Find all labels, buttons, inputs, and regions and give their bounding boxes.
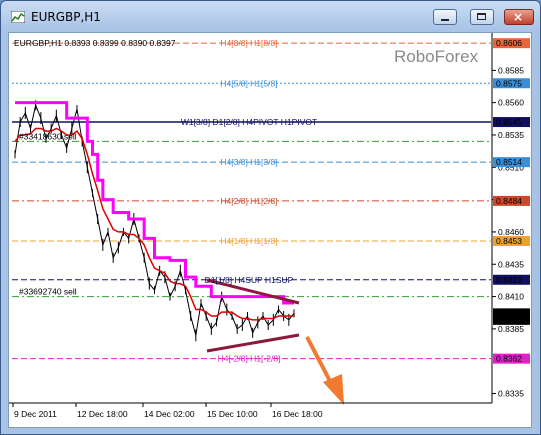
x-tick-label: 15 Dec 10:00 [207,409,258,419]
y-tick-label: 0.8335 [498,389,524,399]
price-tag-label: 0.8484 [496,196,522,206]
watermark: RoboForex [394,47,479,66]
chart-icon [11,11,25,23]
x-tick-label: 14 Dec 02:00 [144,409,195,419]
level-label-6: D1[1/8] H4SUP H1SUP [205,275,294,285]
level-label-1: H4[5/8] H1[5/8] [220,78,277,88]
y-tick-label: 0.8435 [498,259,524,269]
y-tick-label: 0.8385 [498,324,524,334]
price-chart[interactable]: H4[8/8] H1[8/8] H4[5/8] H1[5/8] W1[3/8] D1… [9,33,531,427]
minimize-icon [441,19,449,21]
price-tag-label: 0.8514 [496,157,522,167]
order-label-0: #33418630 sell [19,131,77,141]
restore-button[interactable] [470,9,494,25]
price-tag-label: 0.8453 [496,236,522,246]
close-button[interactable]: × [504,9,534,25]
level-label-3: H4[3/8] H1[3/8] [220,157,277,167]
price-tag-label: 0.8362 [496,354,522,364]
level-label-0: H4[8/8] H1[8/8] [220,38,277,48]
title-bar[interactable]: EURGBP,H1 × [1,1,540,31]
x-tick-label: 16 Dec 18:00 [272,409,323,419]
price-tag-label: 0.8606 [496,38,522,48]
order-label-1: #33692740 sell [19,287,77,297]
chart-window: EURGBP,H1 × H4[8/8] H1[8/8] H4[5/8] H1[5/… [0,0,541,435]
x-tick-label: 9 Dec 2011 [14,409,57,419]
forecast-arrow-shaft [305,336,333,384]
level-label-4: H4[2/8] H1[2/8] [220,196,277,206]
price-tag-label: 0.8392 [496,315,522,325]
price-tag-label: 0.8423 [496,275,522,285]
level-label-2: W1[3/8] D1[2/8] H4PIVOT H1PIVOT [181,117,317,127]
close-icon: × [513,10,524,24]
y-tick-label: 0.8585 [498,65,524,75]
minimize-button[interactable] [433,9,457,25]
x-tick-label: 12 Dec 18:00 [77,409,128,419]
price-tag-label: 0.8575 [496,78,522,88]
level-label-5: H4[1/8] H1[1/8] [220,236,277,246]
y-tick-label: 0.8410 [498,292,524,302]
y-tick-label: 0.8535 [498,130,524,140]
window-title: EURGBP,H1 [31,10,101,24]
forecast-arrow-head [323,374,344,405]
chart-header: EURGBP,H1 0.8393 0.8399 0.8390 0.8397 [14,38,176,48]
price-tag-label: 0.8545 [496,117,522,127]
restore-icon [477,13,486,20]
y-tick-label: 0.8560 [498,98,524,108]
chart-area[interactable]: H4[8/8] H1[8/8] H4[5/8] H1[5/8] W1[3/8] D1… [8,32,532,428]
level-label-7: H4[-2/8] H1[-2/8] [218,354,281,364]
